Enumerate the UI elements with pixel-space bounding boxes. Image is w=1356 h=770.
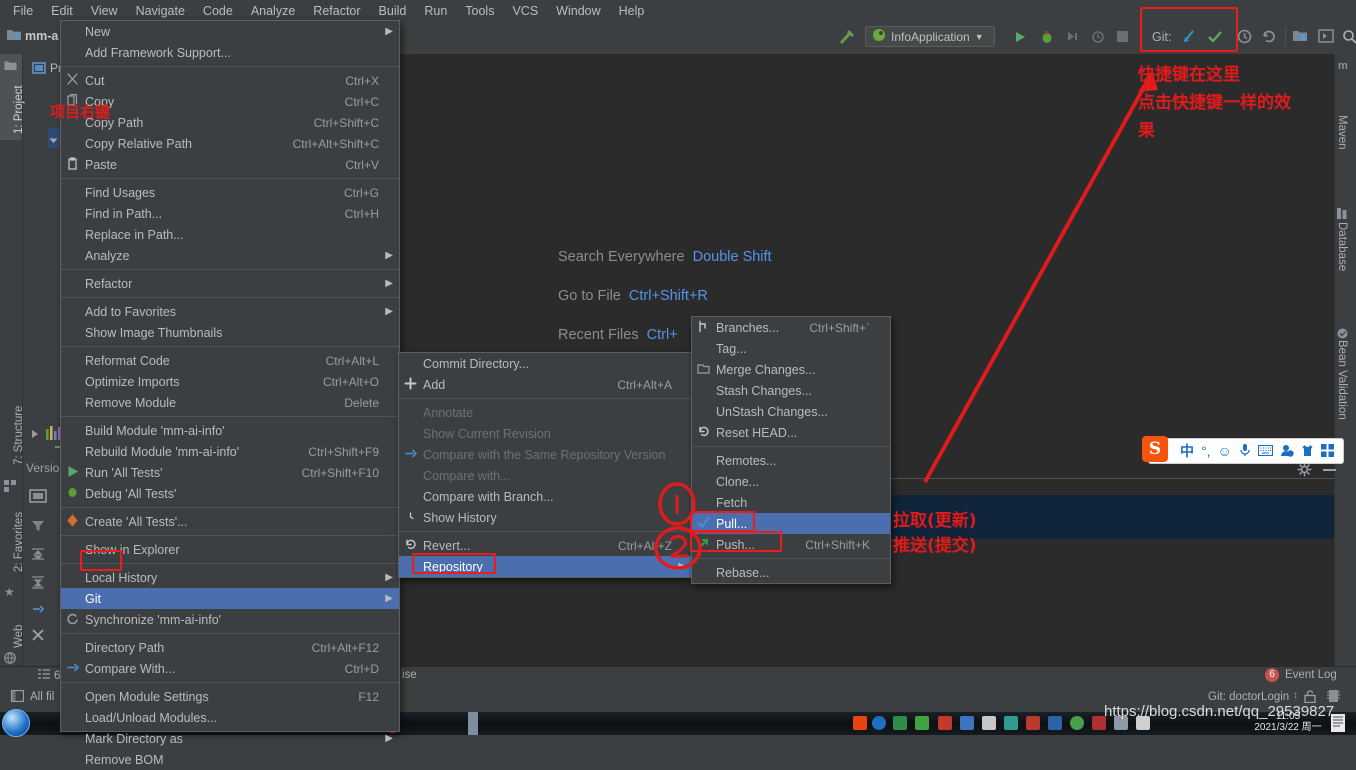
ime-mode-chinese[interactable]: 中 [1180,444,1194,458]
voice-input-icon[interactable] [1239,443,1251,459]
emoji-icon[interactable]: ☺ [1218,444,1232,458]
sogou-ime-logo[interactable]: S [1142,436,1168,462]
ime-floating-toolbar[interactable]: 中 °, ☺ [1148,438,1344,464]
annotation-circle-two [654,526,702,570]
watermark-url: https://blog.csdn.net/qq_29539827 [1104,703,1335,720]
apps-icon[interactable] [1320,443,1334,459]
half-full-width-icon[interactable]: °, [1201,444,1211,458]
skin-icon[interactable] [1301,444,1314,459]
annotation-arrow-to-git [923,70,1158,483]
user-icon[interactable] [1280,444,1294,459]
keyboard-icon[interactable] [1257,444,1273,458]
menu-item-label: Remove BOM [85,752,164,767]
context-menu-item-remove-bom[interactable]: Remove BOM [61,749,399,770]
